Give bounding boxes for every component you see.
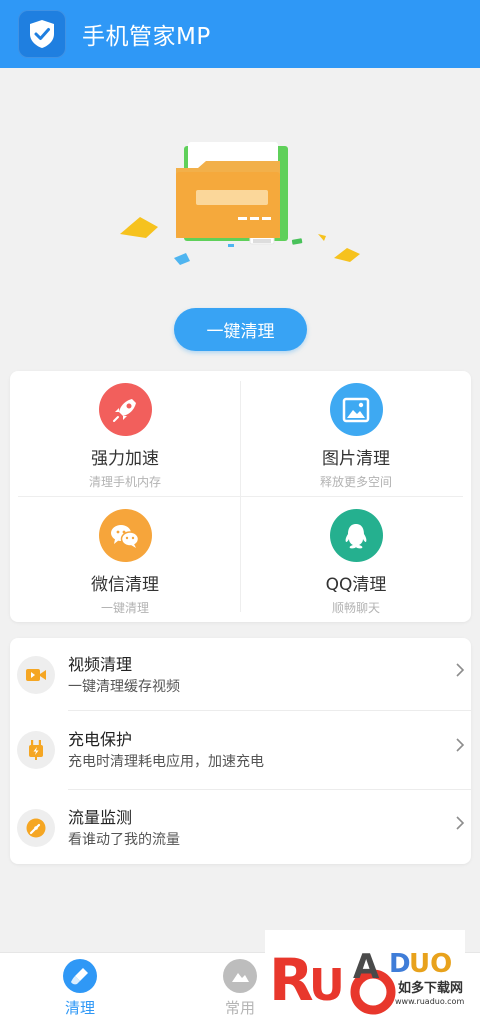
rocket-icon <box>98 383 152 436</box>
list-item-subtitle: 看谁动了我的流量 <box>68 832 180 848</box>
list-item-subtitle: 充电时清理耗电应用，加速充电 <box>68 754 264 770</box>
tile-title: 图片清理 <box>322 449 390 469</box>
image-icon <box>329 383 383 436</box>
tile-title: 微信清理 <box>91 575 159 595</box>
tools-list: 视频清理 一键清理缓存视频 充电保护 充电时清理耗电应用，加速充电 流量监测 看… <box>10 638 471 864</box>
tile-subtitle: 清理手机内存 <box>88 475 161 489</box>
chevron-right-icon <box>455 815 465 836</box>
tile-wechat-clean[interactable]: 微信清理 一键清理 <box>10 497 240 622</box>
tile-speed-boost[interactable]: 强力加速 清理手机内存 <box>10 371 240 496</box>
list-item-charge-protect[interactable]: 充电保护 充电时清理耗电应用，加速充电 <box>10 713 471 788</box>
list-item-traffic-monitor[interactable]: 流量监测 看谁动了我的流量 <box>10 791 471 866</box>
video-icon <box>17 656 55 694</box>
tile-subtitle: 顺畅聊天 <box>331 601 380 615</box>
list-item-title: 视频清理 <box>68 655 133 674</box>
chevron-right-icon <box>455 737 465 758</box>
svg-text:A: A <box>353 947 380 987</box>
wechat-icon <box>98 509 152 562</box>
list-item-video-clean[interactable]: 视频清理 一键清理缓存视频 <box>10 638 471 713</box>
qq-icon <box>329 509 383 562</box>
common-icon <box>223 959 257 993</box>
list-item-title: 充电保护 <box>68 730 133 749</box>
app-bar: 手机管家MP <box>0 0 480 68</box>
tile-title: QQ清理 <box>325 575 387 595</box>
tile-qq-clean[interactable]: QQ清理 顺畅聊天 <box>241 497 471 622</box>
one-key-clean-button[interactable]: 一键清理 <box>174 308 307 351</box>
tile-subtitle: 一键清理 <box>100 601 149 615</box>
svg-text:D: D <box>389 949 411 979</box>
svg-text:U: U <box>309 960 345 1011</box>
svg-text:如多下载网: 如多下载网 <box>398 980 463 996</box>
watermark-logo: R U A D UO 如多下载网 www.ruaduo.com <box>265 930 465 1020</box>
broom-icon <box>63 959 97 993</box>
app-title: 手机管家MP <box>82 24 211 50</box>
list-divider <box>68 710 471 711</box>
svg-text:R: R <box>269 946 314 1014</box>
list-item-title: 流量监测 <box>68 808 133 827</box>
tab-clean[interactable]: 清理 <box>40 959 120 1019</box>
svg-text:UO: UO <box>409 949 452 979</box>
chevron-right-icon <box>455 662 465 683</box>
feature-grid: 强力加速 清理手机内存 图片清理 释放更多空间 微信清理 一键清理 QQ清理 顺… <box>10 371 471 622</box>
svg-text:www.ruaduo.com: www.ruaduo.com <box>395 997 464 1006</box>
tab-label: 常用 <box>224 999 255 1017</box>
traffic-gauge-icon <box>17 809 55 847</box>
tile-subtitle: 释放更多空间 <box>319 475 392 489</box>
list-item-subtitle: 一键清理缓存视频 <box>68 679 180 695</box>
charge-plug-icon <box>17 731 55 769</box>
tab-label: 清理 <box>64 999 95 1017</box>
tile-title: 强力加速 <box>91 449 159 469</box>
list-divider <box>68 789 471 790</box>
shield-check-icon <box>18 10 66 58</box>
tile-image-clean[interactable]: 图片清理 释放更多空间 <box>241 371 471 496</box>
